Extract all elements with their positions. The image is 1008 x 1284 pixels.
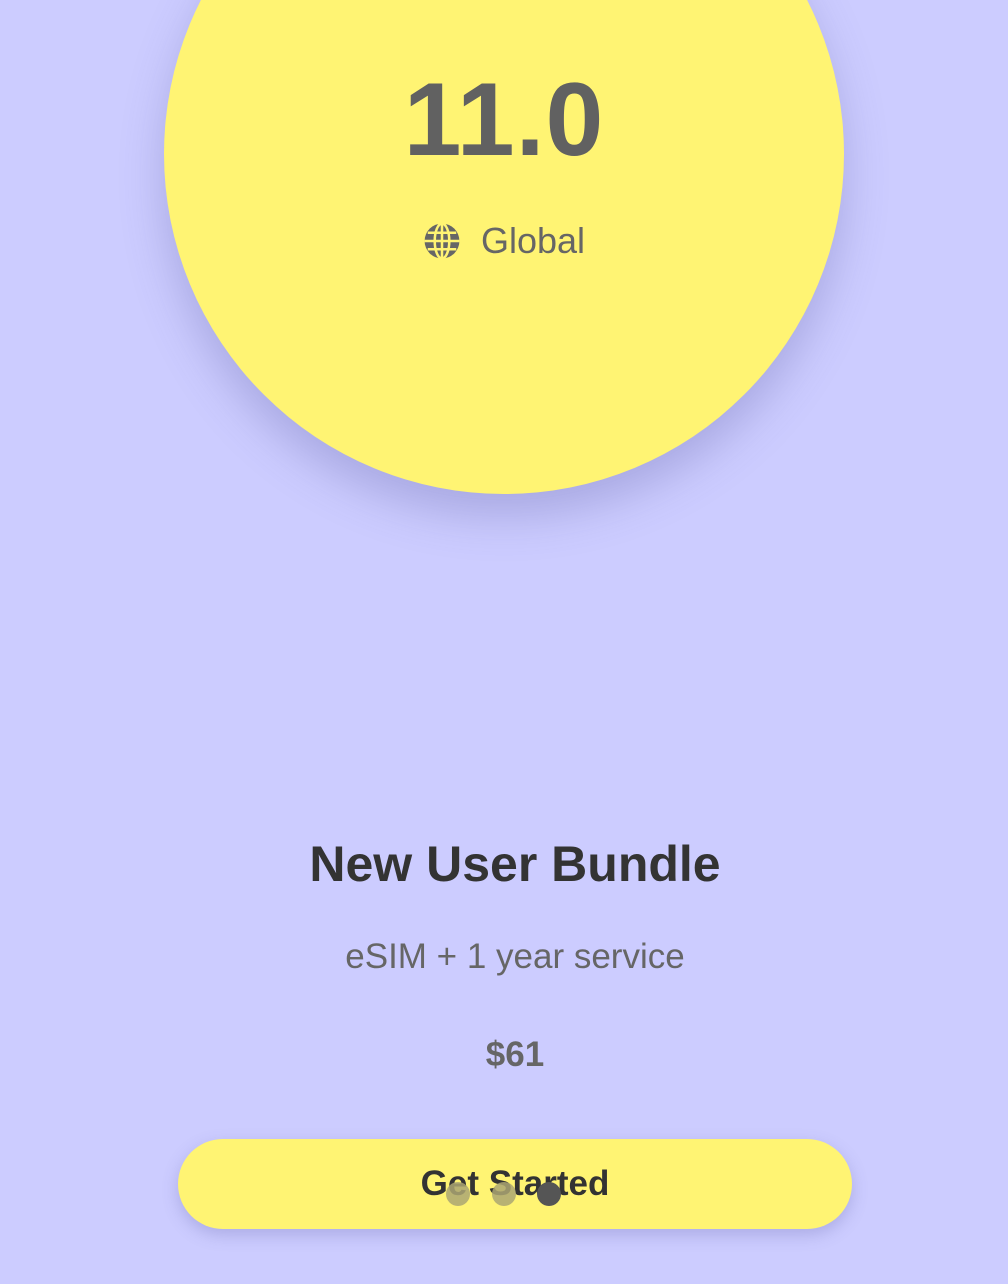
bundle-subtitle: eSIM + 1 year service	[345, 937, 685, 976]
region-label: Global	[480, 220, 586, 261]
hero-value: 11.0	[403, 62, 605, 178]
page-dot-1[interactable]	[446, 1182, 470, 1206]
page-indicator	[446, 1182, 562, 1206]
page-dot-2[interactable]	[492, 1182, 516, 1206]
onboarding-screen: 11.0 Global New User Bundle eSIM + 1 yea…	[0, 0, 1008, 1284]
page-dot-3[interactable]	[537, 1182, 561, 1206]
bundle-price: $61	[485, 1035, 545, 1074]
globe-icon	[424, 222, 460, 260]
region-row: Global	[0, 218, 1008, 264]
bundle-title: New User Bundle	[309, 836, 721, 892]
